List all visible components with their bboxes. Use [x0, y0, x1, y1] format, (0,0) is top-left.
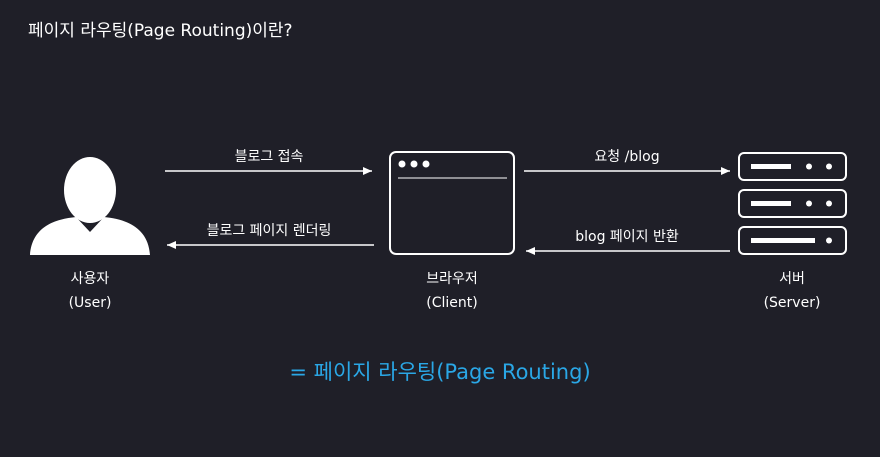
- browser-window-icon: [389, 151, 515, 255]
- edge-label-user-to-client: 블로그 접속: [234, 149, 304, 165]
- node-sub-client: (Client): [426, 295, 478, 311]
- node-label-client: 브라우저 (Client): [402, 267, 502, 315]
- diagram-canvas: [30, 151, 847, 255]
- node-sub-server: (Server): [763, 295, 821, 311]
- node-label-server: 서버 (Server): [742, 267, 842, 315]
- edge-label-server-to-client: blog 페이지 반환: [575, 229, 679, 245]
- node-sub-user: (User): [68, 295, 112, 311]
- user-silhouette-icon: [30, 157, 150, 255]
- node-name-client: 브라우저: [426, 271, 478, 287]
- node-label-user: 사용자 (User): [40, 267, 140, 315]
- node-name-user: 사용자: [70, 271, 110, 287]
- node-name-server: 서버: [779, 271, 805, 287]
- server-rack-icon: [738, 152, 847, 255]
- edge-label-client-to-server: 요청 /blog: [594, 149, 660, 165]
- summary-text: = 페이지 라우팅(Page Routing): [289, 360, 591, 384]
- edge-label-client-to-user: 블로그 페이지 렌더링: [206, 223, 332, 239]
